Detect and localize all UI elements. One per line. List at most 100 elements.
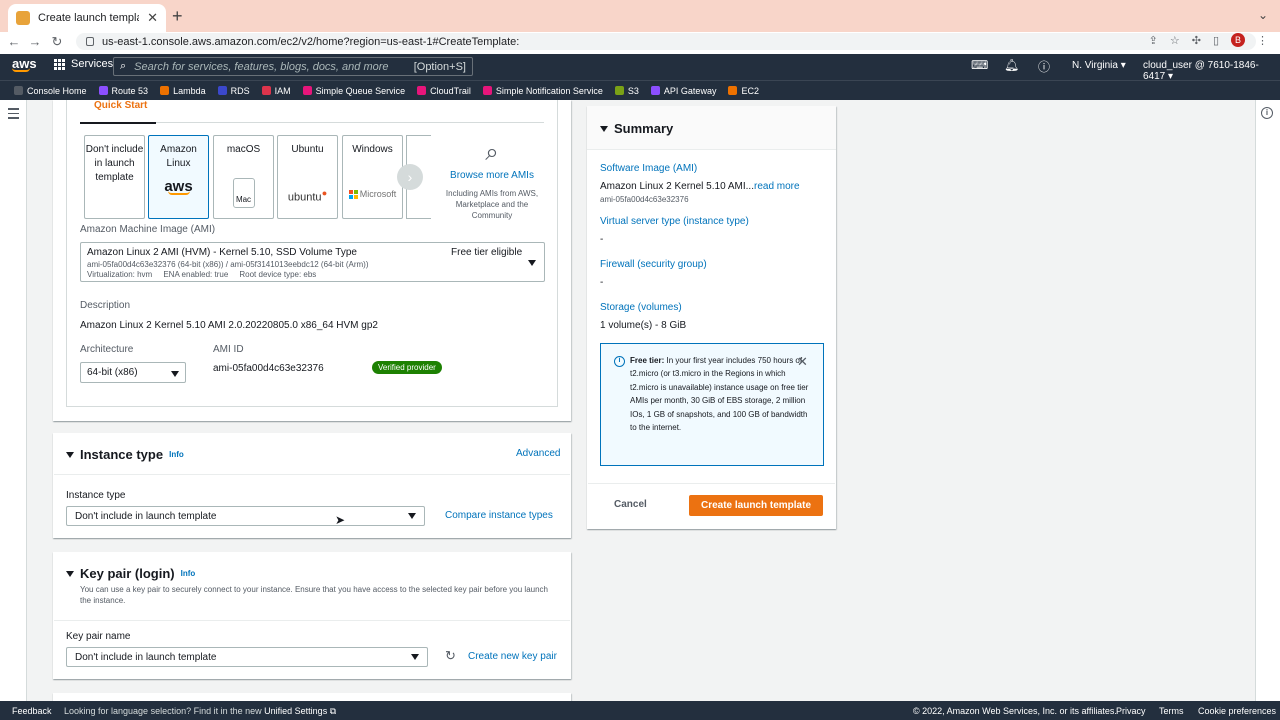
forward-icon[interactable]: → <box>27 33 43 51</box>
favorite-route-53[interactable]: Route 53 <box>98 85 149 96</box>
storage-link[interactable]: Storage (volumes) <box>600 302 682 313</box>
os-option-windows[interactable]: Windows Microsoft <box>342 135 403 219</box>
side-panel-icon[interactable]: ▯ <box>1213 34 1219 47</box>
browse-more-amis-link[interactable]: Browse more AMIs <box>442 170 542 181</box>
back-icon[interactable]: ← <box>6 33 22 51</box>
favorites-bar: Console Home Route 53 Lambda RDS IAM Simple Q… <box>0 80 1280 100</box>
service-icon <box>14 86 23 95</box>
instance-type-info-link[interactable]: Info <box>169 450 184 459</box>
magnifier-icon: ⌕ <box>485 139 499 166</box>
favorite-cloudtrail[interactable]: CloudTrail <box>417 86 471 96</box>
cookie-preferences-link[interactable]: Cookie preferences <box>1198 706 1276 716</box>
aws-logo[interactable]: aws <box>12 56 37 72</box>
favorite-console-home[interactable]: Console Home <box>14 86 87 96</box>
info-panel-icon[interactable]: i <box>1261 107 1273 119</box>
bookmark-star-icon[interactable]: ☆ <box>1170 34 1180 47</box>
os-option-ubuntu[interactable]: Ubuntu ubuntu● <box>277 135 338 219</box>
browser-actions: ⇪ ☆ ✣ ▯ B ⋮ <box>1149 33 1268 47</box>
new-tab-icon[interactable]: + <box>172 7 183 25</box>
chevron-down-icon <box>408 513 416 519</box>
profile-avatar[interactable]: B <box>1231 33 1245 47</box>
cloudshell-icon[interactable]: ⌨ <box>971 58 988 72</box>
refresh-icon[interactable]: ↻ <box>445 648 456 664</box>
create-launch-template-button[interactable]: Create launch template <box>689 495 823 516</box>
favorite-iam[interactable]: IAM <box>261 85 291 96</box>
os-option-macos[interactable]: macOS Mac <box>213 135 274 219</box>
service-icon <box>614 86 624 95</box>
close-tab-icon[interactable]: ✕ <box>147 10 158 26</box>
language-notice-text: Looking for language selection? Find it … <box>64 706 262 716</box>
favorite-ec2[interactable]: EC2 <box>728 86 759 96</box>
caret-down-icon <box>66 451 74 458</box>
instance-type-field-label: Instance type <box>66 490 126 501</box>
search-shortcut: [Option+S] <box>413 60 466 73</box>
console-search-input[interactable]: ⌕ Search for services, features, blogs, … <box>113 57 473 76</box>
grid-icon <box>54 58 65 70</box>
service-icon <box>217 86 227 95</box>
instance-type-header[interactable]: Instance type Info <box>66 447 184 462</box>
summary-actions-divider <box>588 483 835 484</box>
read-more-link[interactable]: read more <box>754 181 800 192</box>
os-option-none[interactable]: Don't include in launch template <box>84 135 145 219</box>
browser-menu-icon[interactable]: ⋮ <box>1257 34 1268 47</box>
region-selector[interactable]: N. Virginia ▾ <box>1072 60 1126 71</box>
compare-instance-types-link[interactable]: Compare instance types <box>445 510 553 521</box>
architecture-label: Architecture <box>80 344 134 355</box>
browser-tab[interactable]: Create launch template | EC2 M ✕ <box>8 4 166 32</box>
instance-type-select[interactable]: Don't include in launch template <box>66 506 425 526</box>
tab-search-chevron-icon[interactable]: ⌄ <box>1258 8 1268 22</box>
instance-type-value: Don't include in launch template <box>75 510 217 522</box>
search-placeholder: Search for services, features, blogs, do… <box>134 60 389 73</box>
key-pair-select[interactable]: Don't include in launch template <box>66 647 428 667</box>
favorite-rds[interactable]: RDS <box>217 85 250 96</box>
architecture-select[interactable]: 64-bit (x86) <box>80 362 186 383</box>
favorite-s3[interactable]: S3 <box>614 85 639 96</box>
feedback-link[interactable]: Feedback <box>12 706 52 716</box>
reload-icon[interactable]: ↻ <box>49 33 65 51</box>
cancel-button[interactable]: Cancel <box>614 499 647 510</box>
software-image-name: Amazon Linux 2 Kernel 5.10 AMI... <box>600 181 754 192</box>
favorite-label: S3 <box>627 85 639 96</box>
privacy-link[interactable]: Privacy <box>1116 706 1146 716</box>
extensions-icon[interactable]: ✣ <box>1192 34 1201 47</box>
favorite-simple-queue-service[interactable]: Simple Queue Service <box>302 86 405 96</box>
address-bar[interactable]: us-east-1.console.aws.amazon.com/ec2/v2/… <box>76 33 1256 50</box>
account-menu[interactable]: cloud_user @ 7610-1846-6417 ▾ <box>1143 60 1280 82</box>
browse-more-amis[interactable]: ⌕ Browse more AMIs Including AMIs from A… <box>442 140 542 221</box>
favorite-api-gateway[interactable]: API Gateway <box>650 86 716 96</box>
ami-select[interactable]: Amazon Linux 2 AMI (HVM) - Kernel 5.10, … <box>80 242 545 282</box>
service-icon <box>650 86 660 95</box>
services-menu[interactable]: Services <box>54 58 113 70</box>
favorite-label: RDS <box>230 85 250 96</box>
os-option-amazon-linux[interactable]: Amazon Linux aws <box>148 135 209 219</box>
ami-ids: ami-05fa00d4c63e32376 (64-bit (x86)) / a… <box>87 260 369 269</box>
unified-settings-link[interactable]: Unified Settings <box>264 706 327 716</box>
terms-link[interactable]: Terms <box>1159 706 1184 716</box>
tab-quick-start[interactable]: Quick Start <box>94 100 147 111</box>
create-new-key-pair-link[interactable]: Create new key pair <box>468 651 557 662</box>
software-image-link[interactable]: Software Image (AMI) <box>600 163 697 174</box>
advanced-link[interactable]: Advanced <box>516 448 560 459</box>
tab-underline <box>80 122 156 124</box>
favorite-label: Route 53 <box>111 85 149 96</box>
favorite-simple-notification-service[interactable]: Simple Notification Service <box>482 86 603 96</box>
summary-header[interactable]: Summary <box>600 121 673 136</box>
virtual-server-type-link[interactable]: Virtual server type (instance type) <box>600 216 749 227</box>
share-icon[interactable]: ⇪ <box>1149 34 1158 47</box>
notifications-bell-icon[interactable]: 🔔︎ <box>1004 58 1019 72</box>
mouse-cursor-icon: ➤ <box>335 513 346 527</box>
copyright: © 2022, Amazon Web Services, Inc. or its… <box>913 706 1117 716</box>
description-label: Description <box>80 300 131 311</box>
close-alert-icon[interactable]: ✕ <box>797 354 808 370</box>
services-label: Services <box>71 58 114 70</box>
hamburger-menu-icon[interactable] <box>8 108 19 122</box>
key-pair-header[interactable]: Key pair (login) Info <box>66 566 195 581</box>
firewall-link[interactable]: Firewall (security group) <box>600 259 707 270</box>
key-pair-info-link[interactable]: Info <box>181 569 196 578</box>
help-icon[interactable]: ⓘ <box>1038 58 1050 75</box>
favorite-lambda[interactable]: Lambda <box>160 86 206 96</box>
favorite-label: IAM <box>274 85 291 96</box>
service-icon <box>482 86 492 95</box>
next-panel-edge <box>53 693 571 701</box>
carousel-next-icon[interactable]: › <box>397 164 423 190</box>
